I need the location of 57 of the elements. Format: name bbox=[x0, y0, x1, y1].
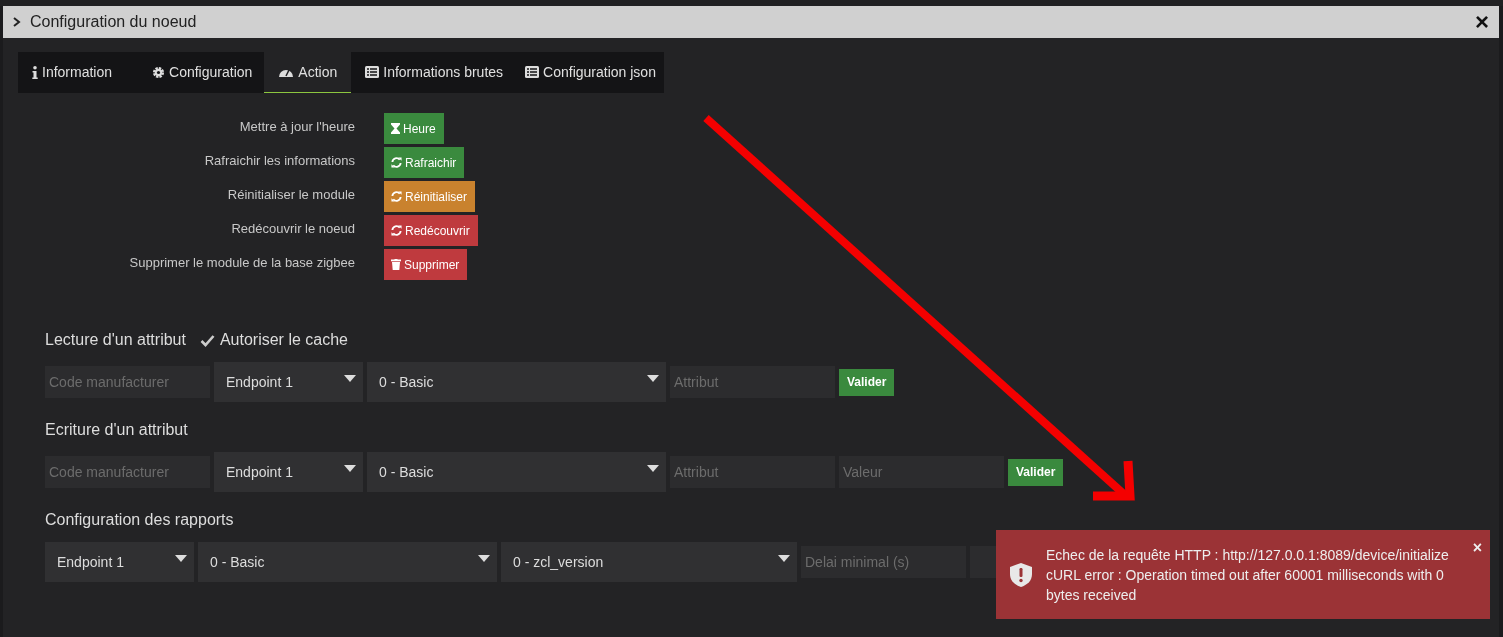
caret-icon bbox=[344, 464, 356, 472]
list-icon bbox=[365, 66, 380, 78]
input-field[interactable]: Attribut bbox=[670, 366, 835, 398]
input-field[interactable]: Delai minimal (s) bbox=[801, 546, 966, 578]
action-label: Réinitialiser le module bbox=[226, 186, 356, 202]
input-field[interactable]: Code manufacturer bbox=[45, 366, 210, 398]
tab[interactable]: Information bbox=[18, 52, 139, 93]
input-field[interactable]: Code manufacturer bbox=[45, 456, 210, 488]
tab[interactable]: Configuration json bbox=[511, 52, 664, 93]
caret-icon bbox=[478, 554, 490, 562]
caret-icon bbox=[778, 554, 790, 562]
cache-checkbox[interactable]: Autoriser le cache bbox=[199, 331, 348, 349]
caret-icon bbox=[647, 374, 659, 382]
caret-icon bbox=[175, 554, 187, 562]
action-label: Rafraichir les informations bbox=[203, 152, 356, 168]
tab[interactable]: Configuration bbox=[138, 52, 265, 93]
info-icon bbox=[32, 65, 38, 79]
error-message: Echec de la requête HTTP : http://127.0.0.1:8089/device/initialize bbox=[1046, 545, 1450, 565]
refresh-icon bbox=[391, 191, 402, 202]
window-title: Configuration du noeud bbox=[30, 13, 198, 31]
trash-icon bbox=[391, 259, 401, 270]
settings-icon bbox=[152, 65, 166, 79]
close-button[interactable]: × bbox=[1475, 10, 1489, 34]
action-button[interactable]: Redécouvrir bbox=[384, 215, 478, 246]
section-title: Lecture d'un attribut bbox=[45, 331, 186, 349]
warning-shield-icon bbox=[1010, 562, 1032, 587]
input-field[interactable]: Valeur bbox=[839, 456, 1004, 488]
section-title: Configuration des rapports bbox=[45, 511, 234, 529]
tab[interactable]: Informations brutes bbox=[351, 52, 512, 93]
dropdown[interactable]: 0 - Basic bbox=[367, 362, 666, 402]
dropdown[interactable]: 0 - Basic bbox=[198, 542, 497, 582]
refresh-icon bbox=[391, 157, 402, 168]
refresh-icon bbox=[391, 225, 402, 236]
dropdown[interactable]: Endpoint 1 bbox=[214, 452, 363, 492]
section-title: Ecriture d'un attribut bbox=[45, 421, 188, 439]
caret-icon bbox=[647, 464, 659, 472]
action-button[interactable]: Heure bbox=[384, 113, 444, 144]
action-button[interactable]: Rafraichir bbox=[384, 147, 465, 178]
dropdown[interactable]: Endpoint 1 bbox=[45, 542, 194, 582]
dropdown[interactable]: Endpoint 1 bbox=[214, 362, 363, 402]
action-label: Mettre à jour l'heure bbox=[238, 118, 356, 134]
list-icon bbox=[525, 66, 540, 78]
error-message: cURL error : Operation timed out after 60001 milliseconds with 0 bytes received bbox=[1046, 565, 1445, 605]
checkmark-icon bbox=[199, 333, 215, 347]
chevron-icon bbox=[13, 17, 21, 27]
validate-button[interactable]: Valider bbox=[1008, 458, 1064, 486]
action-button[interactable]: Supprimer bbox=[384, 249, 468, 280]
close-button[interactable]: × bbox=[1472, 540, 1482, 556]
input-field[interactable]: Attribut bbox=[670, 456, 835, 488]
dropdown[interactable]: 0 - Basic bbox=[367, 452, 666, 492]
dropdown[interactable]: 0 - zcl_version bbox=[501, 542, 797, 582]
action-label: Supprimer le module de la base zigbee bbox=[128, 254, 356, 270]
tab[interactable]: Action bbox=[264, 52, 352, 93]
hourglass-icon bbox=[391, 123, 400, 134]
caret-icon bbox=[344, 374, 356, 382]
action-label: Redécouvrir le noeud bbox=[230, 220, 356, 236]
validate-button[interactable]: Valider bbox=[839, 368, 895, 396]
